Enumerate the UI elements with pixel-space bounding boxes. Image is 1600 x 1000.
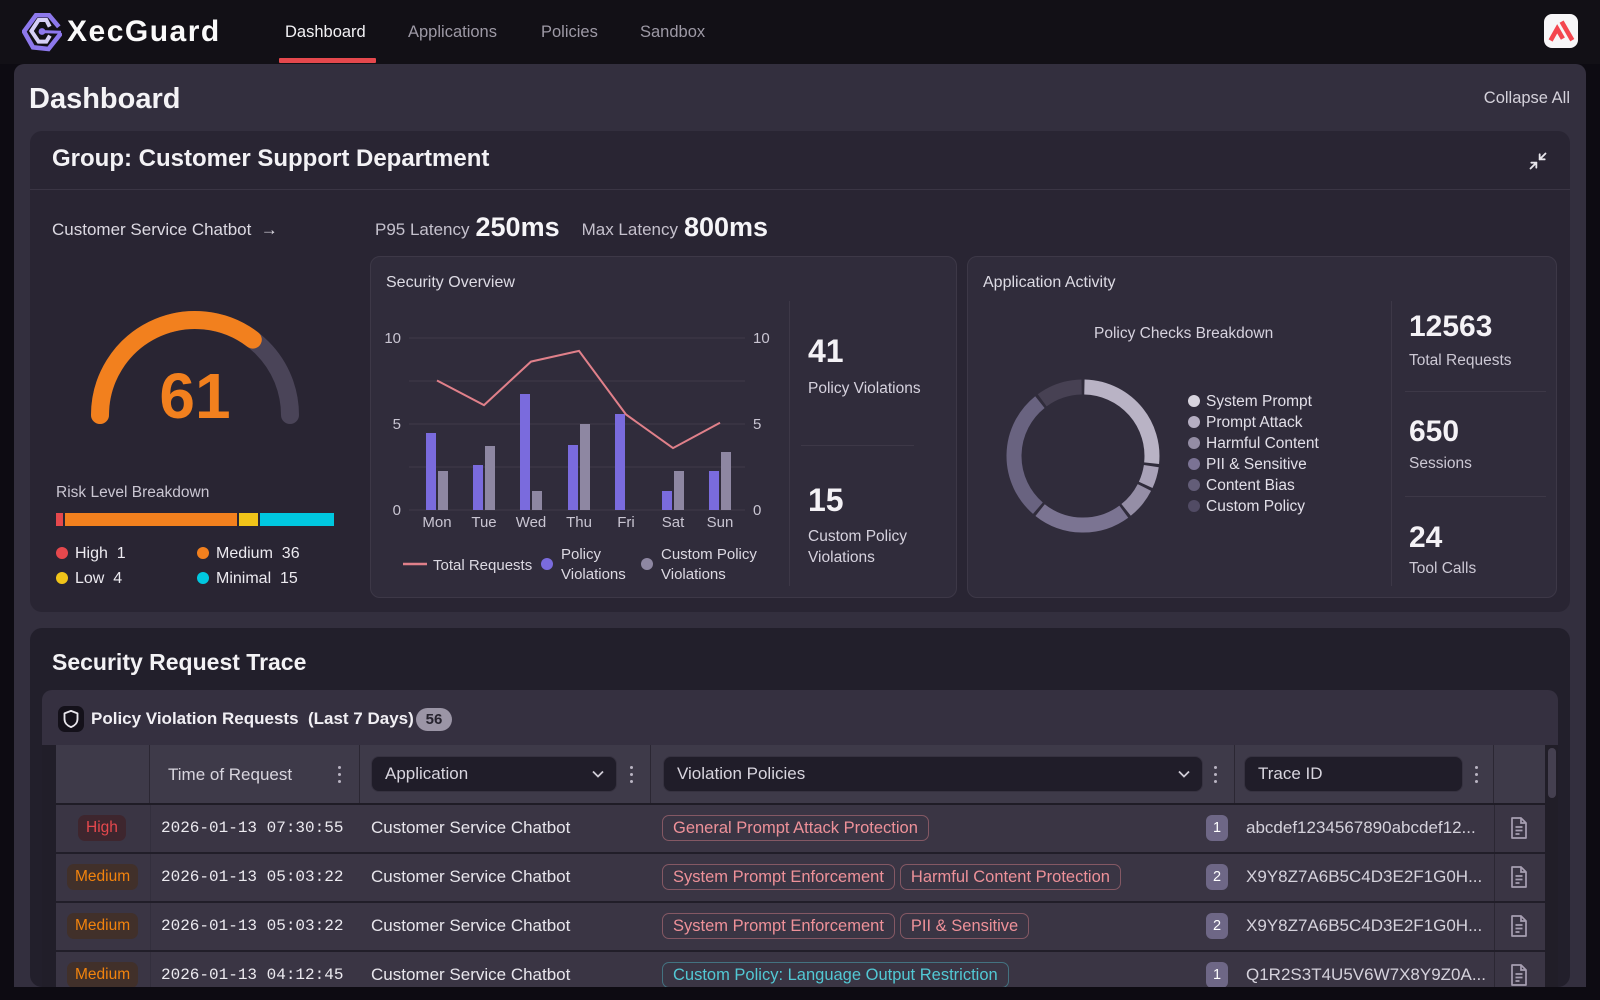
svg-text:Sun: Sun	[707, 514, 734, 531]
svg-text:Wed: Wed	[516, 514, 547, 531]
svg-text:0: 0	[753, 502, 761, 519]
svg-text:Mon: Mon	[422, 514, 451, 531]
svg-text:Violations: Violations	[661, 566, 726, 583]
svg-text:5: 5	[753, 416, 761, 433]
svg-text:10: 10	[753, 330, 770, 347]
svg-text:5: 5	[393, 416, 401, 433]
svg-text:Policy: Policy	[561, 546, 602, 563]
svg-text:Tue: Tue	[471, 514, 496, 531]
svg-text:10: 10	[384, 330, 401, 347]
svg-text:Custom Policy: Custom Policy	[661, 546, 757, 563]
svg-text:Thu: Thu	[566, 514, 592, 531]
svg-text:Violations: Violations	[561, 566, 626, 583]
svg-text:Total Requests: Total Requests	[433, 557, 532, 574]
svg-text:Sat: Sat	[662, 514, 685, 531]
svg-text:Fri: Fri	[617, 514, 635, 531]
svg-text:0: 0	[393, 502, 401, 519]
